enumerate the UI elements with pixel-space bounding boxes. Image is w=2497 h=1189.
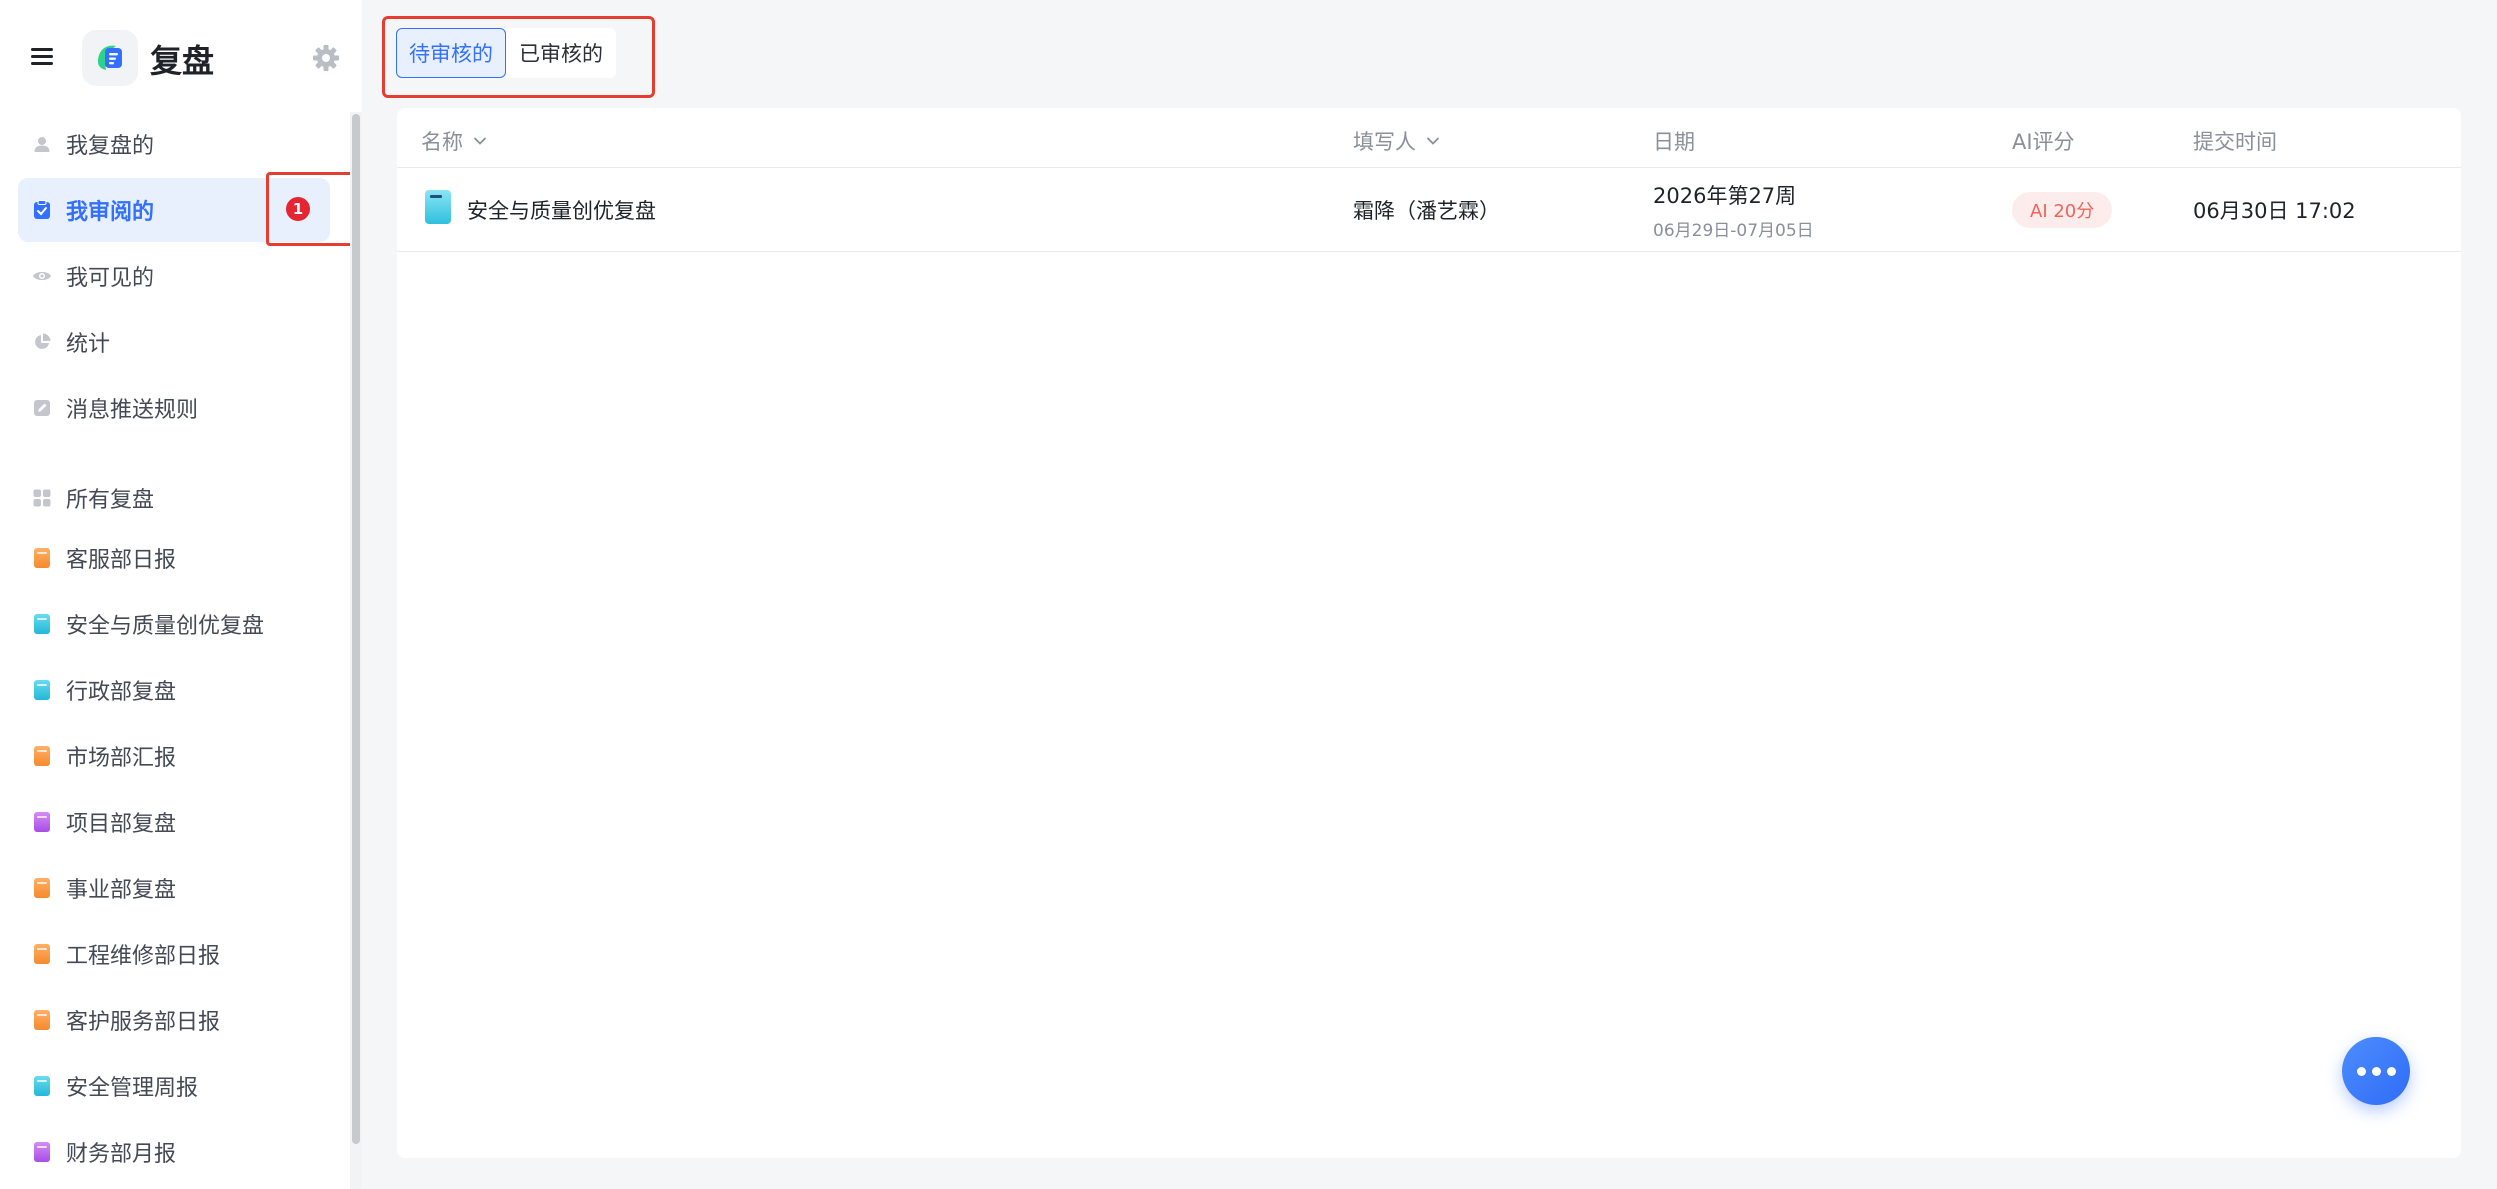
document-icon (32, 680, 52, 700)
sidebar-group-item[interactable]: 行政部复盘 (18, 658, 330, 722)
column-header-submit-time: 提交时间 (2193, 130, 2277, 154)
document-icon (425, 190, 451, 224)
sidebar-group-item[interactable]: 财务部月报 (18, 1120, 330, 1184)
column-header-label: 名称 (421, 130, 463, 154)
gear-icon[interactable] (310, 42, 342, 74)
sidebar-group-item[interactable]: 安全与质量创优复盘 (18, 592, 330, 656)
eye-icon (32, 266, 52, 286)
hamburger-menu-icon[interactable] (28, 42, 56, 70)
sidebar-scrollbar-thumb[interactable] (352, 114, 360, 1144)
column-header-label: 填写人 (1353, 130, 1416, 154)
row-date: 2026年第27周 06月29日-07月05日 (1653, 180, 1814, 241)
document-icon (32, 878, 52, 898)
document-icon (32, 614, 52, 634)
table-header: 名称 填写人 日期 AI评分 提交时间 (397, 108, 2461, 168)
column-header-ai-score: AI评分 (2012, 130, 2075, 154)
grid-apps-icon (32, 488, 52, 508)
sidebar-group-item[interactable]: 市场部汇报 (18, 724, 330, 788)
app-logo-icon (82, 30, 138, 86)
sidebar-group-item[interactable]: 客服部日报 (18, 526, 330, 590)
row-date-week: 2026年第27周 (1653, 184, 1797, 208)
row-name: 安全与质量创优复盘 (467, 199, 656, 223)
sidebar-item-label: 消息推送规则 (66, 398, 199, 423)
sidebar-nav: 我复盘的 我审阅的 我可见的 统计 消息推送规则 所有复盘 客服部日报 安全与质… (0, 112, 352, 1189)
column-header-author[interactable]: 填写人 (1353, 126, 1440, 156)
sidebar-item-label: 项目部复盘 (66, 812, 177, 837)
column-header-name[interactable]: 名称 (421, 126, 487, 156)
sidebar: 复盘 我复盘的 我审阅的 我可见的 统计 消息推送规则 所有复盘 客服部日报 安… (0, 0, 362, 1189)
ai-score-tag: AI 20分 (2012, 192, 2113, 228)
badge-highlight-frame (266, 172, 354, 246)
sidebar-group-item[interactable]: 工程维修部日报 (18, 922, 330, 986)
tab-reviewed[interactable]: 已审核的 (506, 28, 616, 78)
sidebar-item-label: 安全与质量创优复盘 (66, 614, 265, 639)
person-icon (32, 134, 52, 154)
document-icon (32, 746, 52, 766)
sidebar-item-label: 财务部月报 (66, 1142, 177, 1167)
sidebar-item-label: 市场部汇报 (66, 746, 177, 771)
sidebar-item-visible-to-me[interactable]: 我可见的 (18, 244, 330, 308)
sidebar-item-label: 我复盘的 (66, 134, 155, 159)
sidebar-item-label: 所有复盘 (66, 488, 155, 513)
unread-count-badge: 1 (286, 197, 310, 221)
review-table: 名称 填写人 日期 AI评分 提交时间 安全与质量创优复盘 霜降（潘艺霖） 20… (397, 108, 2461, 1158)
chevron-down-icon (1427, 137, 1439, 145)
sidebar-item-my-reviews[interactable]: 我复盘的 (18, 112, 330, 176)
sidebar-item-label: 我可见的 (66, 266, 155, 291)
sidebar-item-label: 客服部日报 (66, 548, 177, 573)
sidebar-group-item[interactable]: 项目部复盘 (18, 790, 330, 854)
sidebar-item-label: 事业部复盘 (66, 878, 177, 903)
document-icon (32, 944, 52, 964)
review-clipboard-icon (32, 200, 52, 220)
row-submit-time: 06月30日 17:02 (2193, 199, 2356, 223)
sidebar-item-statistics[interactable]: 统计 (18, 310, 330, 374)
sidebar-item-label: 行政部复盘 (66, 680, 177, 705)
more-actions-button[interactable] (2342, 1037, 2410, 1105)
sidebar-group-item[interactable]: 安全管理周报 (18, 1054, 330, 1118)
document-icon (32, 1010, 52, 1030)
sidebar-group-item[interactable]: 客护服务部日报 (18, 988, 330, 1052)
sidebar-item-label: 我审阅的 (66, 200, 155, 225)
column-header-date: 日期 (1653, 130, 1695, 154)
sidebar-item-label: 客护服务部日报 (66, 1010, 221, 1035)
review-status-tabs: 待审核的 已审核的 (396, 28, 616, 78)
ellipsis-dot-icon (2371, 1066, 2381, 1076)
app-title: 复盘 (150, 42, 215, 80)
sidebar-header: 复盘 (0, 0, 362, 112)
row-author: 霜降（潘艺霖） (1353, 199, 1500, 223)
sidebar-item-label: 安全管理周报 (66, 1076, 199, 1101)
pie-chart-icon (32, 332, 52, 352)
sidebar-group-item[interactable]: 事业部复盘 (18, 856, 330, 920)
table-row[interactable]: 安全与质量创优复盘 霜降（潘艺霖） 2026年第27周 06月29日-07月05… (397, 168, 2461, 252)
ellipsis-dot-icon (2356, 1066, 2366, 1076)
edit-icon (32, 398, 52, 418)
row-date-range: 06月29日-07月05日 (1653, 221, 1814, 241)
tab-pending-review[interactable]: 待审核的 (396, 28, 506, 78)
sidebar-item-label: 工程维修部日报 (66, 944, 221, 969)
document-icon (32, 812, 52, 832)
chevron-down-icon (474, 137, 486, 145)
document-icon (32, 548, 52, 568)
sidebar-item-push-rules[interactable]: 消息推送规则 (18, 376, 330, 440)
document-icon (32, 1142, 52, 1162)
sidebar-item-label: 统计 (66, 332, 111, 357)
document-icon (32, 1076, 52, 1096)
sidebar-item-all-reviews[interactable]: 所有复盘 (18, 466, 330, 530)
ellipsis-dot-icon (2386, 1066, 2396, 1076)
